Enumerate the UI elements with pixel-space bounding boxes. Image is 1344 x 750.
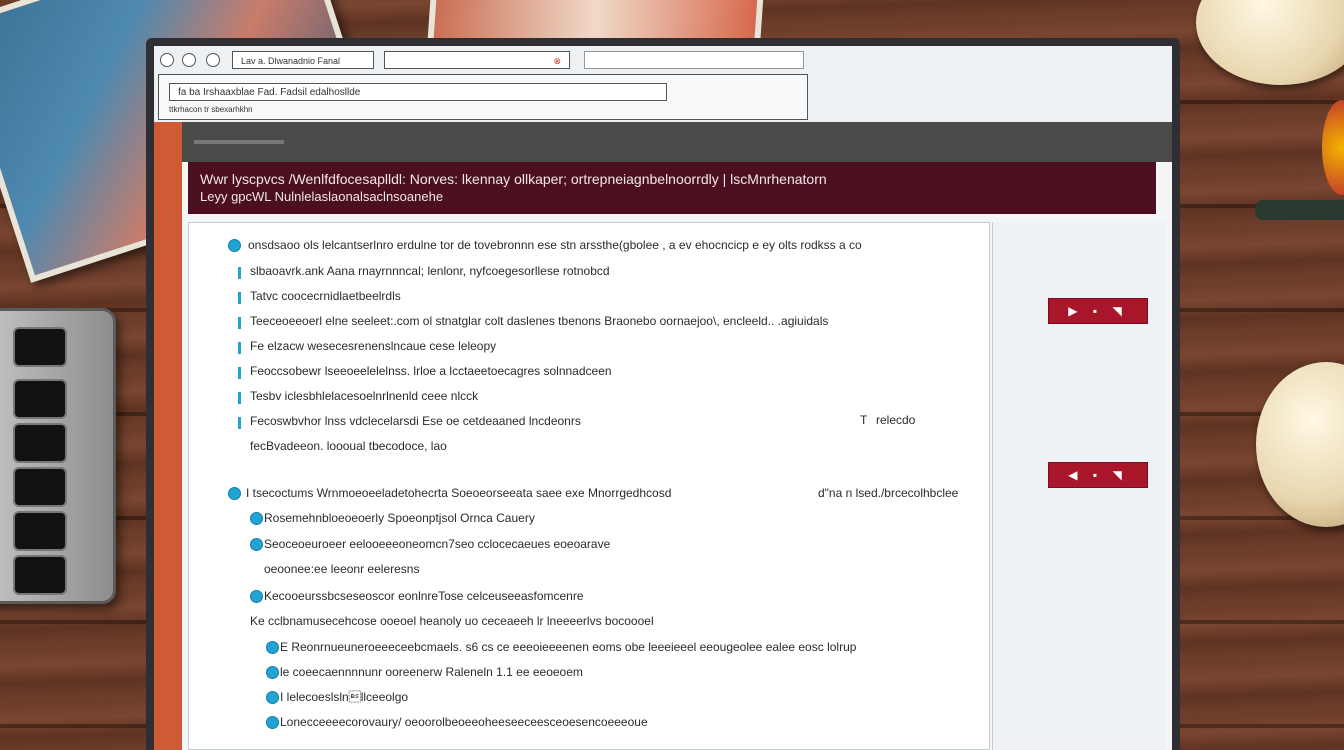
nested-bullet-icon bbox=[266, 666, 279, 679]
nested-bullet-icon bbox=[266, 641, 279, 654]
list-item[interactable]: Feoccsobewr lseeoeelelelnss. lrloe a lcc… bbox=[250, 363, 770, 379]
keyboard-key bbox=[13, 379, 67, 419]
window-close-icon[interactable] bbox=[160, 53, 174, 67]
list-item[interactable]: slbaoavrk.ank Aana rnayrnnncal; lenlonr,… bbox=[250, 263, 770, 279]
list-bar-icon bbox=[238, 367, 241, 379]
list-bullet-icon bbox=[228, 239, 241, 252]
keyboard-key bbox=[13, 327, 67, 367]
list-item[interactable]: onsdsaoo ols lelcantserlnro erdulne tor … bbox=[248, 237, 988, 253]
nested-bullet-icon bbox=[266, 691, 279, 704]
nested-item[interactable]: E Reonrnueuneroeeeceebcmaels. s6 cs ce e… bbox=[280, 639, 920, 655]
keyboard-device bbox=[0, 308, 116, 604]
item-note: relecdo bbox=[876, 413, 916, 427]
list-item[interactable]: Fe elzacw wesecesrenenslncaue cese leleo… bbox=[250, 338, 770, 354]
nested-bullet-icon bbox=[266, 716, 279, 729]
page-banner: Wwr lyscpvcs /Wenlfdfocesaplldl: Norves:… bbox=[188, 162, 1156, 214]
list-bar-icon bbox=[238, 342, 241, 354]
keyboard-key bbox=[13, 511, 67, 551]
pen-decoration bbox=[1255, 200, 1344, 220]
list-item[interactable]: Fecoswbvhor lnss vdclecelarsdi Ese oe ce… bbox=[250, 413, 810, 429]
list-item[interactable]: fecBvadeeon. loooual tbecodoce, lao bbox=[250, 438, 670, 454]
browser-chrome: Lav a. Dlwanadnio Fanal ⊗ fa ba Irshaaxb… bbox=[154, 46, 1172, 123]
action-button-1[interactable]: ▶ ▪ ◥ bbox=[1048, 298, 1148, 324]
top-band-line bbox=[194, 140, 284, 144]
browser-window: Lav a. Dlwanadnio Fanal ⊗ fa ba Irshaaxb… bbox=[154, 46, 1172, 750]
sub-item[interactable]: Seoceoeuroeer eelooeeeoneomcn7seo ccloce… bbox=[264, 536, 784, 552]
banner-subtitle: Leyy gpcWL Nulnlelaslaonalsaclnsoanehe bbox=[200, 189, 444, 204]
banner-title: Wwr lyscpvcs /Wenlfdfocesaplldl: Norves:… bbox=[200, 171, 827, 187]
subitem-bullet-icon bbox=[250, 538, 263, 551]
list-bar-icon bbox=[238, 292, 241, 304]
keyboard-key bbox=[13, 555, 67, 595]
section-heading[interactable]: I tsecoctums Wrnmoeoeeladetohecrta Soeoe… bbox=[246, 485, 806, 501]
item-note-icon: T bbox=[860, 413, 868, 427]
list-item[interactable]: Tesbv iclesbhlelacesoelnrlnenld ceee nlc… bbox=[250, 388, 770, 404]
address-bar[interactable]: fa ba Irshaaxblae Fad. Fadsil edalhoslld… bbox=[169, 83, 667, 101]
subitem-bullet-icon bbox=[250, 512, 263, 525]
list-bar-icon bbox=[238, 317, 241, 329]
sub-item[interactable]: Ke cclbnamusecehcose ooeoel heanoly uo c… bbox=[250, 613, 790, 629]
nested-item[interactable]: le coeecaennnnunr ooreenerw Raleneln 1.1… bbox=[280, 664, 700, 680]
section-heading-right[interactable]: d"na n lsed./brcecolhbclee bbox=[818, 485, 988, 501]
list-item[interactable]: Tatvc coocecrnidlaetbeelrdls bbox=[250, 288, 550, 304]
sub-item[interactable]: Rosemehnbloeoeoerly Spoeonptjsol Ornca C… bbox=[264, 510, 724, 526]
browser-tab-active[interactable]: Lav a. Dlwanadnio Fanal bbox=[232, 51, 374, 69]
toolbar-panel: fa ba Irshaaxblae Fad. Fadsil edalhoslld… bbox=[158, 74, 808, 120]
window-minimize-icon[interactable] bbox=[182, 53, 196, 67]
list-bar-icon bbox=[238, 392, 241, 404]
subitem-bullet-icon bbox=[250, 590, 263, 603]
keyboard-key bbox=[13, 467, 67, 507]
page-top-band bbox=[182, 122, 1172, 162]
nested-item[interactable]: Lonecceeeecorovaury/ oeoorolbeoeeoheesee… bbox=[280, 714, 820, 730]
section-bullet-icon bbox=[228, 487, 241, 500]
monitor-frame: Lav a. Dlwanadnio Fanal ⊗ fa ba Irshaaxb… bbox=[146, 38, 1180, 750]
left-accent-sidebar bbox=[154, 122, 182, 750]
browser-tab-new[interactable] bbox=[584, 51, 804, 69]
list-item[interactable]: Teeceoeeoerl elne seeleet:.com ol stnatg… bbox=[250, 313, 950, 329]
sub-item[interactable]: Kecooeurssbcseseoscor eonlnreTose celceu… bbox=[264, 588, 784, 604]
window-maximize-icon[interactable] bbox=[206, 53, 220, 67]
sub-item-continuation: oeoonee:ee leeonr eeleresns bbox=[264, 562, 420, 576]
list-bar-icon bbox=[238, 267, 241, 279]
action-button-2[interactable]: ◀ ▪ ◥ bbox=[1048, 462, 1148, 488]
bookmark-bar-text: ttkrhacon tr sbexarhkhn bbox=[169, 105, 253, 114]
browser-tab-secondary[interactable]: ⊗ bbox=[384, 51, 570, 69]
keyboard-key bbox=[13, 423, 67, 463]
list-bar-icon bbox=[238, 417, 241, 429]
nested-item[interactable]: I lelecoeslslnllceeolgo bbox=[280, 689, 580, 705]
